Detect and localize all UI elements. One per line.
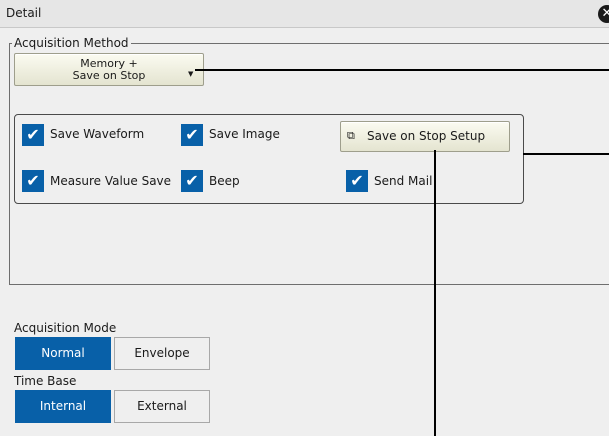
measure-value-save-checkbox[interactable]: ✔ [22,170,44,192]
dialog-title-bar: Detail ✕ [0,0,609,28]
callout-line-setup [434,150,436,436]
save-on-stop-setup-label: Save on Stop Setup [367,129,486,143]
time-base-external[interactable]: External [114,390,210,423]
time-base-internal[interactable]: Internal [15,390,111,423]
measure-value-save-label: Measure Value Save [50,174,172,188]
callout-line-options [523,153,609,155]
window-icon: ⧉ [347,129,355,142]
save-image-label: Save Image [209,127,280,141]
acquisition-method-button[interactable]: Memory + Save on Stop ▼ [14,53,204,86]
save-waveform-label: Save Waveform [50,127,145,141]
close-icon[interactable]: ✕ [598,5,609,23]
acquisition-method-line2: Save on Stop [72,69,146,82]
send-mail-checkbox[interactable]: ✔ [346,170,368,192]
chevron-down-icon: ▼ [188,70,194,78]
send-mail-label: Send Mail [374,174,433,188]
save-image-checkbox[interactable]: ✔ [181,124,203,146]
acquisition-mode-normal[interactable]: Normal [15,337,111,370]
acquisition-method-legend: Acquisition Method [12,36,131,50]
beep-label: Beep [209,174,240,188]
beep-checkbox[interactable]: ✔ [181,170,203,192]
callout-line-method [195,69,609,71]
acquisition-mode-envelope[interactable]: Envelope [114,337,210,370]
save-on-stop-setup-button[interactable]: ⧉ Save on Stop Setup [340,121,510,152]
time-base-label: Time Base [14,374,77,388]
acquisition-mode-label: Acquisition Mode [14,321,117,335]
save-waveform-checkbox[interactable]: ✔ [22,124,44,146]
dialog-title: Detail [6,6,42,20]
